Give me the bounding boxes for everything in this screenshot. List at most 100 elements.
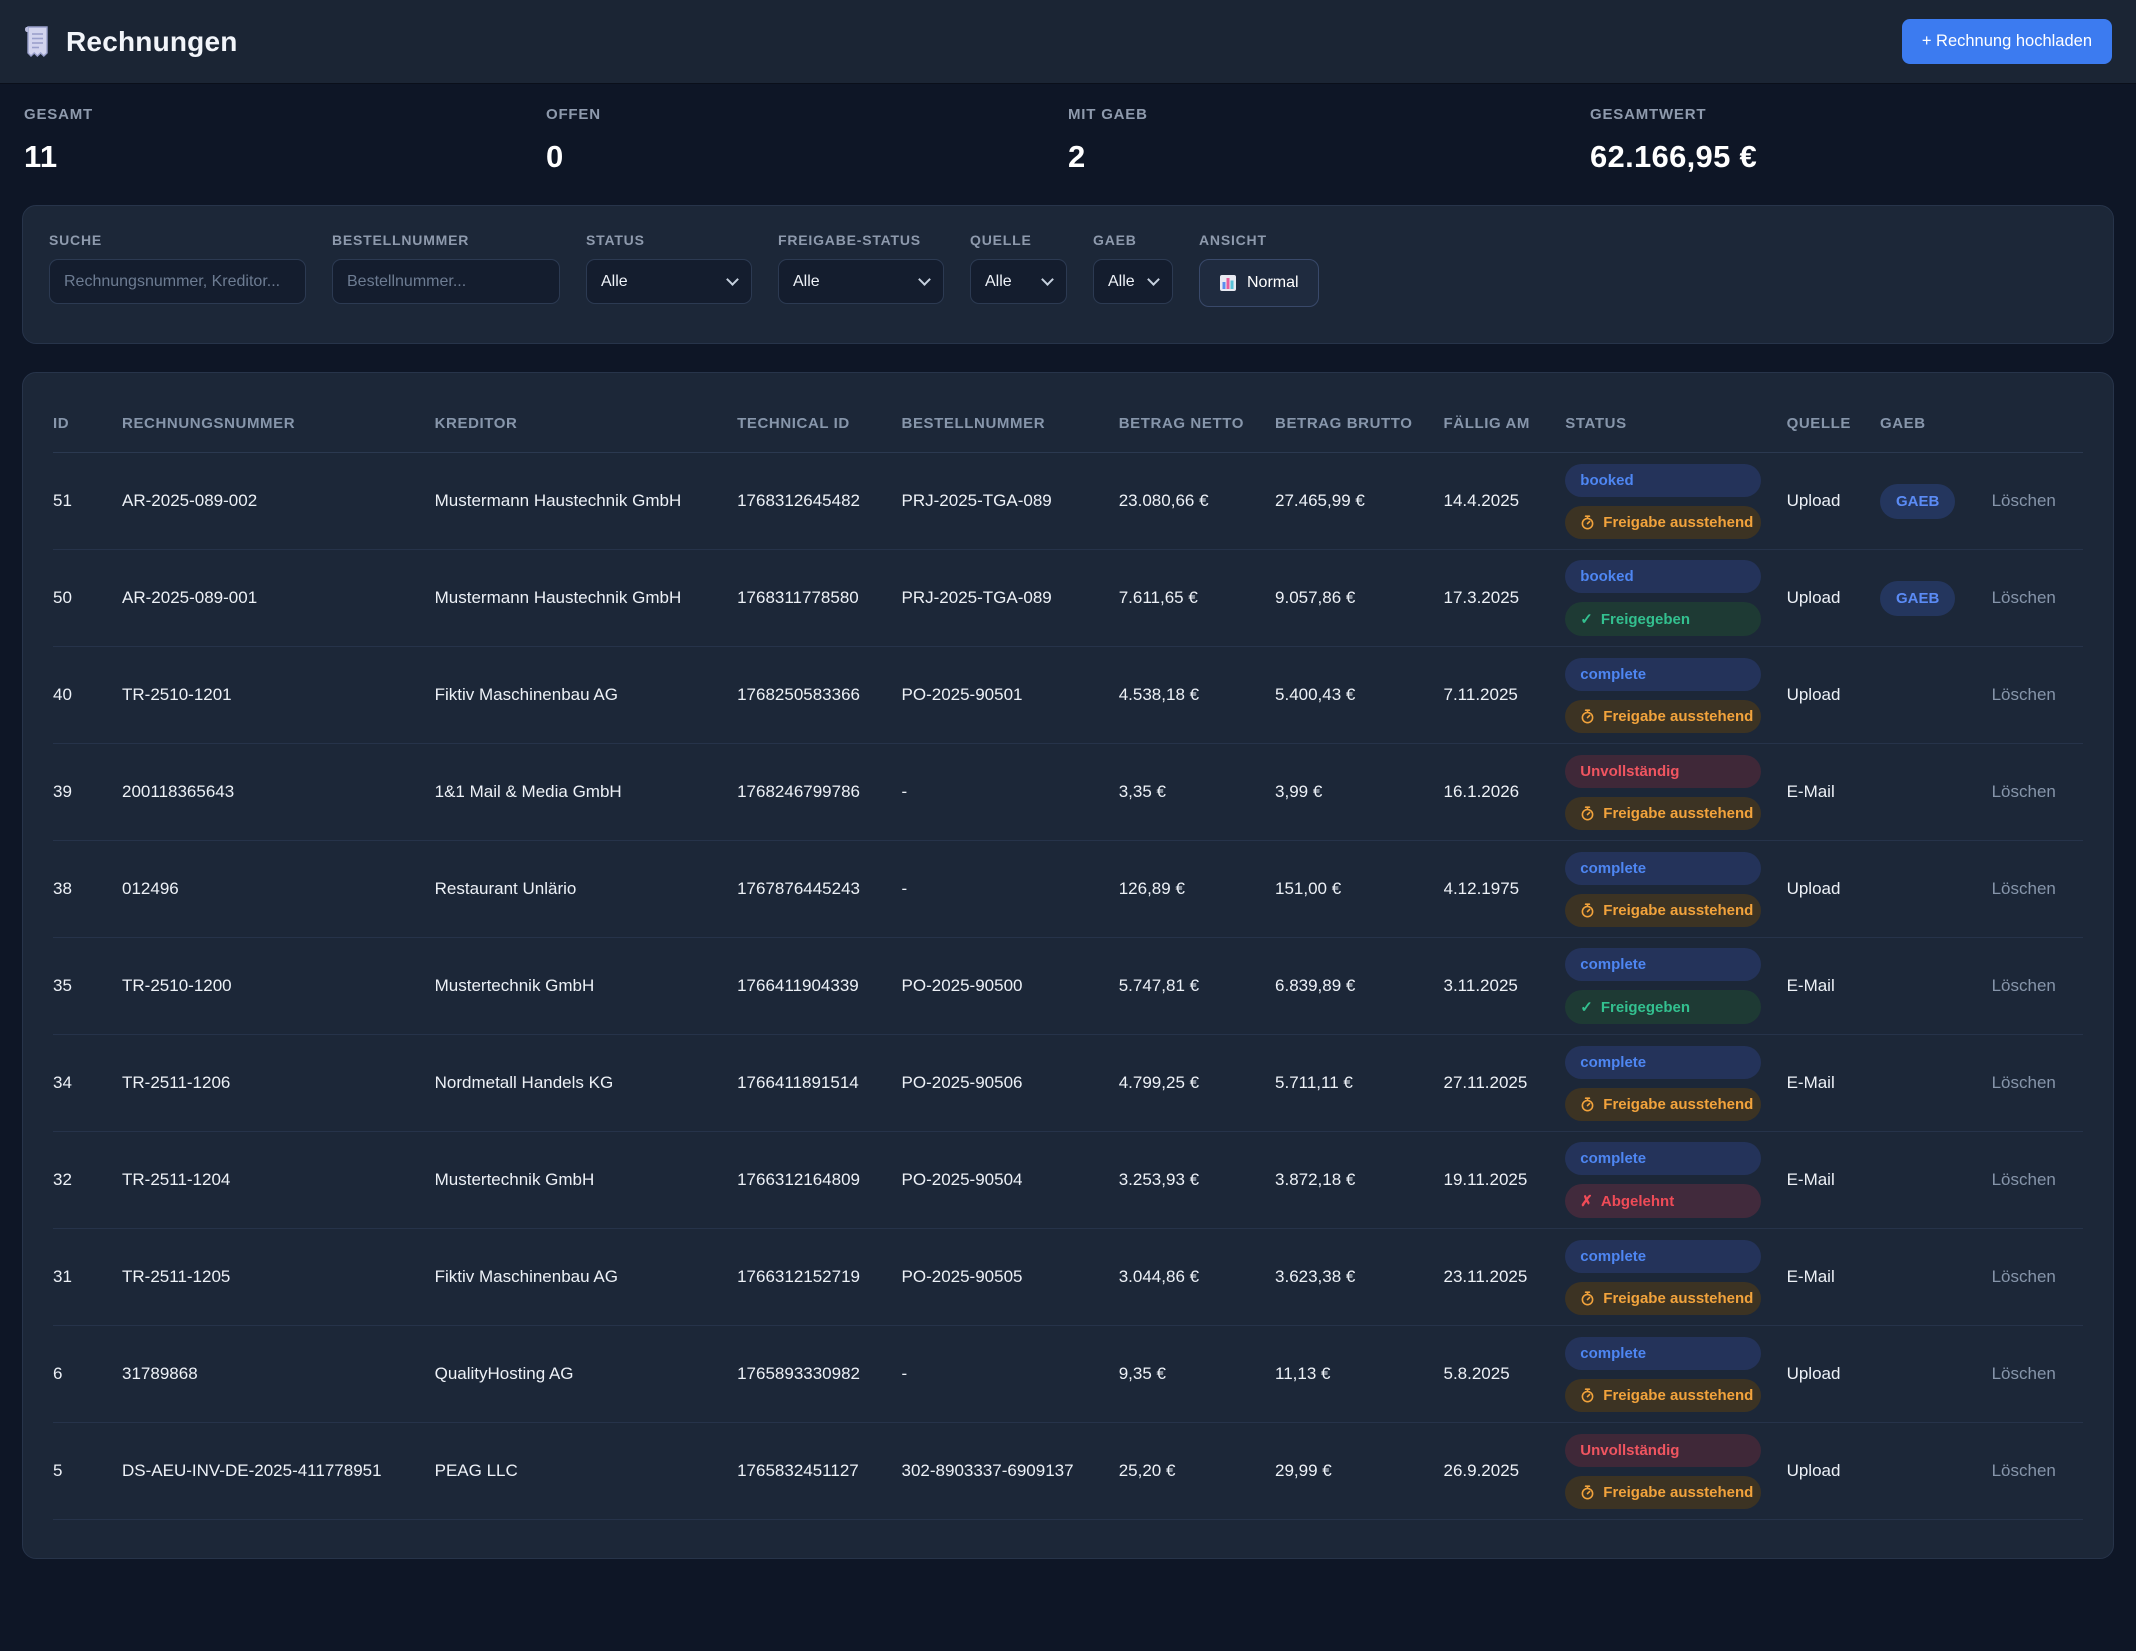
- table-row: 631789868QualityHosting AG1765893330982-…: [53, 1326, 2083, 1423]
- filter-label: ANSICHT: [1199, 232, 1319, 248]
- table-row: 35TR-2510-1200Mustertechnik GmbH17664119…: [53, 938, 2083, 1035]
- cell-status: complete Freigabe ausstehend: [1565, 1035, 1786, 1132]
- source-select[interactable]: Alle: [970, 259, 1067, 304]
- approval-badge-label: Freigabe ausstehend: [1603, 1290, 1753, 1307]
- filter-label: SUCHE: [49, 232, 306, 248]
- cell-order-number: PO-2025-90501: [902, 647, 1119, 744]
- status-select[interactable]: Alle: [586, 259, 752, 304]
- stopwatch-icon: [1580, 806, 1595, 821]
- approval-status-select[interactable]: Alle: [778, 259, 944, 304]
- gaeb-select[interactable]: Alle: [1093, 259, 1173, 304]
- cell-id: 50: [53, 550, 122, 647]
- order-number-input[interactable]: [332, 259, 560, 304]
- filter-order-number: BESTELLNUMMER: [332, 232, 560, 304]
- stopwatch-icon: [1580, 1388, 1595, 1403]
- stat-label: GESAMTWERT: [1590, 106, 2112, 123]
- cross-icon: ✗: [1580, 1192, 1593, 1210]
- status-pill-stack: completeFreigabe ausstehend: [1565, 658, 1761, 733]
- status-badge: complete: [1565, 1142, 1761, 1175]
- status-badge: complete: [1565, 1046, 1761, 1079]
- approval-badge: Freigabe ausstehend: [1565, 1088, 1761, 1121]
- approval-badge: Freigabe ausstehend: [1565, 506, 1761, 539]
- delete-button[interactable]: Löschen: [1992, 879, 2056, 898]
- delete-button[interactable]: Löschen: [1992, 1461, 2056, 1480]
- cell-action: Löschen: [1992, 938, 2083, 1035]
- cell-order-number: PO-2025-90506: [902, 1035, 1119, 1132]
- cell-creditor: Mustertechnik GmbH: [435, 938, 737, 1035]
- cell-source: E-Mail: [1787, 1132, 1880, 1229]
- gaeb-badge: GAEB: [1880, 581, 1955, 616]
- cell-net-amount: 9,35 €: [1119, 1326, 1275, 1423]
- cell-action: Löschen: [1992, 647, 2083, 744]
- status-pill-stack: complete✗Abgelehnt: [1565, 1142, 1761, 1218]
- delete-button[interactable]: Löschen: [1992, 588, 2056, 607]
- cell-action: Löschen: [1992, 1229, 2083, 1326]
- cell-technical-id: 1766411891514: [737, 1035, 901, 1132]
- cell-invoice-number: AR-2025-089-002: [122, 453, 435, 550]
- table-row: 34TR-2511-1206Nordmetall Handels KG17664…: [53, 1035, 2083, 1132]
- filter-label: FREIGABE-STATUS: [778, 232, 944, 248]
- cell-order-number: PO-2025-90504: [902, 1132, 1119, 1229]
- approval-badge-label: Freigabe ausstehend: [1603, 1484, 1753, 1501]
- column-header-order: BESTELLNUMMER: [902, 399, 1119, 453]
- cell-order-number: 302-8903337-6909137: [902, 1423, 1119, 1520]
- table-row: 31TR-2511-1205Fiktiv Maschinenbau AG1766…: [53, 1229, 2083, 1326]
- status-badge-label: complete: [1580, 860, 1646, 877]
- delete-button[interactable]: Löschen: [1992, 1267, 2056, 1286]
- cell-due-date: 4.12.1975: [1444, 841, 1566, 938]
- status-badge-label: booked: [1580, 568, 1633, 585]
- cell-gaeb: [1880, 1035, 1992, 1132]
- cell-action: Löschen: [1992, 1423, 2083, 1520]
- cell-id: 51: [53, 453, 122, 550]
- table-row: 40TR-2510-1201Fiktiv Maschinenbau AG1768…: [53, 647, 2083, 744]
- cell-source: Upload: [1787, 1326, 1880, 1423]
- stat-label: MIT GAEB: [1068, 106, 1590, 123]
- filter-label: STATUS: [586, 232, 752, 248]
- stat-value: 11: [24, 139, 546, 175]
- cell-creditor: Fiktiv Maschinenbau AG: [435, 647, 737, 744]
- search-input[interactable]: [49, 259, 306, 304]
- cell-id: 39: [53, 744, 122, 841]
- approval-badge: ✓Freigegeben: [1565, 990, 1761, 1024]
- column-header-net: BETRAG NETTO: [1119, 399, 1275, 453]
- cell-status: completeFreigabe ausstehend: [1565, 841, 1786, 938]
- stat-value: 62.166,95 €: [1590, 139, 2112, 175]
- table-row: 32TR-2511-1204Mustertechnik GmbH17663121…: [53, 1132, 2083, 1229]
- cell-gross-amount: 3.872,18 €: [1275, 1132, 1443, 1229]
- cell-source: Upload: [1787, 550, 1880, 647]
- status-badge: complete: [1565, 1240, 1761, 1273]
- status-badge: complete: [1565, 852, 1761, 885]
- approval-badge: Freigabe ausstehend: [1565, 1282, 1761, 1315]
- delete-button[interactable]: Löschen: [1992, 1364, 2056, 1383]
- cell-net-amount: 3.253,93 €: [1119, 1132, 1275, 1229]
- approval-badge-label: Freigegeben: [1601, 611, 1690, 628]
- cell-order-number: PRJ-2025-TGA-089: [902, 550, 1119, 647]
- status-pill-stack: booked✓Freigegeben: [1565, 560, 1761, 636]
- cell-technical-id: 1765832451127: [737, 1423, 901, 1520]
- cell-due-date: 23.11.2025: [1444, 1229, 1566, 1326]
- cell-action: Löschen: [1992, 1326, 2083, 1423]
- status-pill-stack: complete ✓Freigegeben: [1565, 948, 1761, 1024]
- delete-button[interactable]: Löschen: [1992, 1073, 2056, 1092]
- cell-id: 31: [53, 1229, 122, 1326]
- cell-id: 6: [53, 1326, 122, 1423]
- view-mode-button[interactable]: Normal: [1199, 259, 1319, 307]
- view-mode-label: Normal: [1247, 274, 1299, 292]
- cell-gaeb: [1880, 1326, 1992, 1423]
- status-badge-label: complete: [1580, 956, 1646, 973]
- delete-button[interactable]: Löschen: [1992, 491, 2056, 510]
- cell-technical-id: 1766312164809: [737, 1132, 901, 1229]
- cell-source: Upload: [1787, 1423, 1880, 1520]
- delete-button[interactable]: Löschen: [1992, 685, 2056, 704]
- approval-badge-label: Freigabe ausstehend: [1603, 708, 1753, 725]
- cell-status: completeFreigabe ausstehend: [1565, 1326, 1786, 1423]
- table-row: 5DS-AEU-INV-DE-2025-411778951PEAG LLC176…: [53, 1423, 2083, 1520]
- cell-net-amount: 7.611,65 €: [1119, 550, 1275, 647]
- approval-badge-label: Freigabe ausstehend: [1603, 514, 1753, 531]
- delete-button[interactable]: Löschen: [1992, 976, 2056, 995]
- delete-button[interactable]: Löschen: [1992, 782, 2056, 801]
- column-header-gross: BETRAG BRUTTO: [1275, 399, 1443, 453]
- cell-invoice-number: 31789868: [122, 1326, 435, 1423]
- upload-invoice-button[interactable]: + Rechnung hochladen: [1902, 19, 2112, 64]
- delete-button[interactable]: Löschen: [1992, 1170, 2056, 1189]
